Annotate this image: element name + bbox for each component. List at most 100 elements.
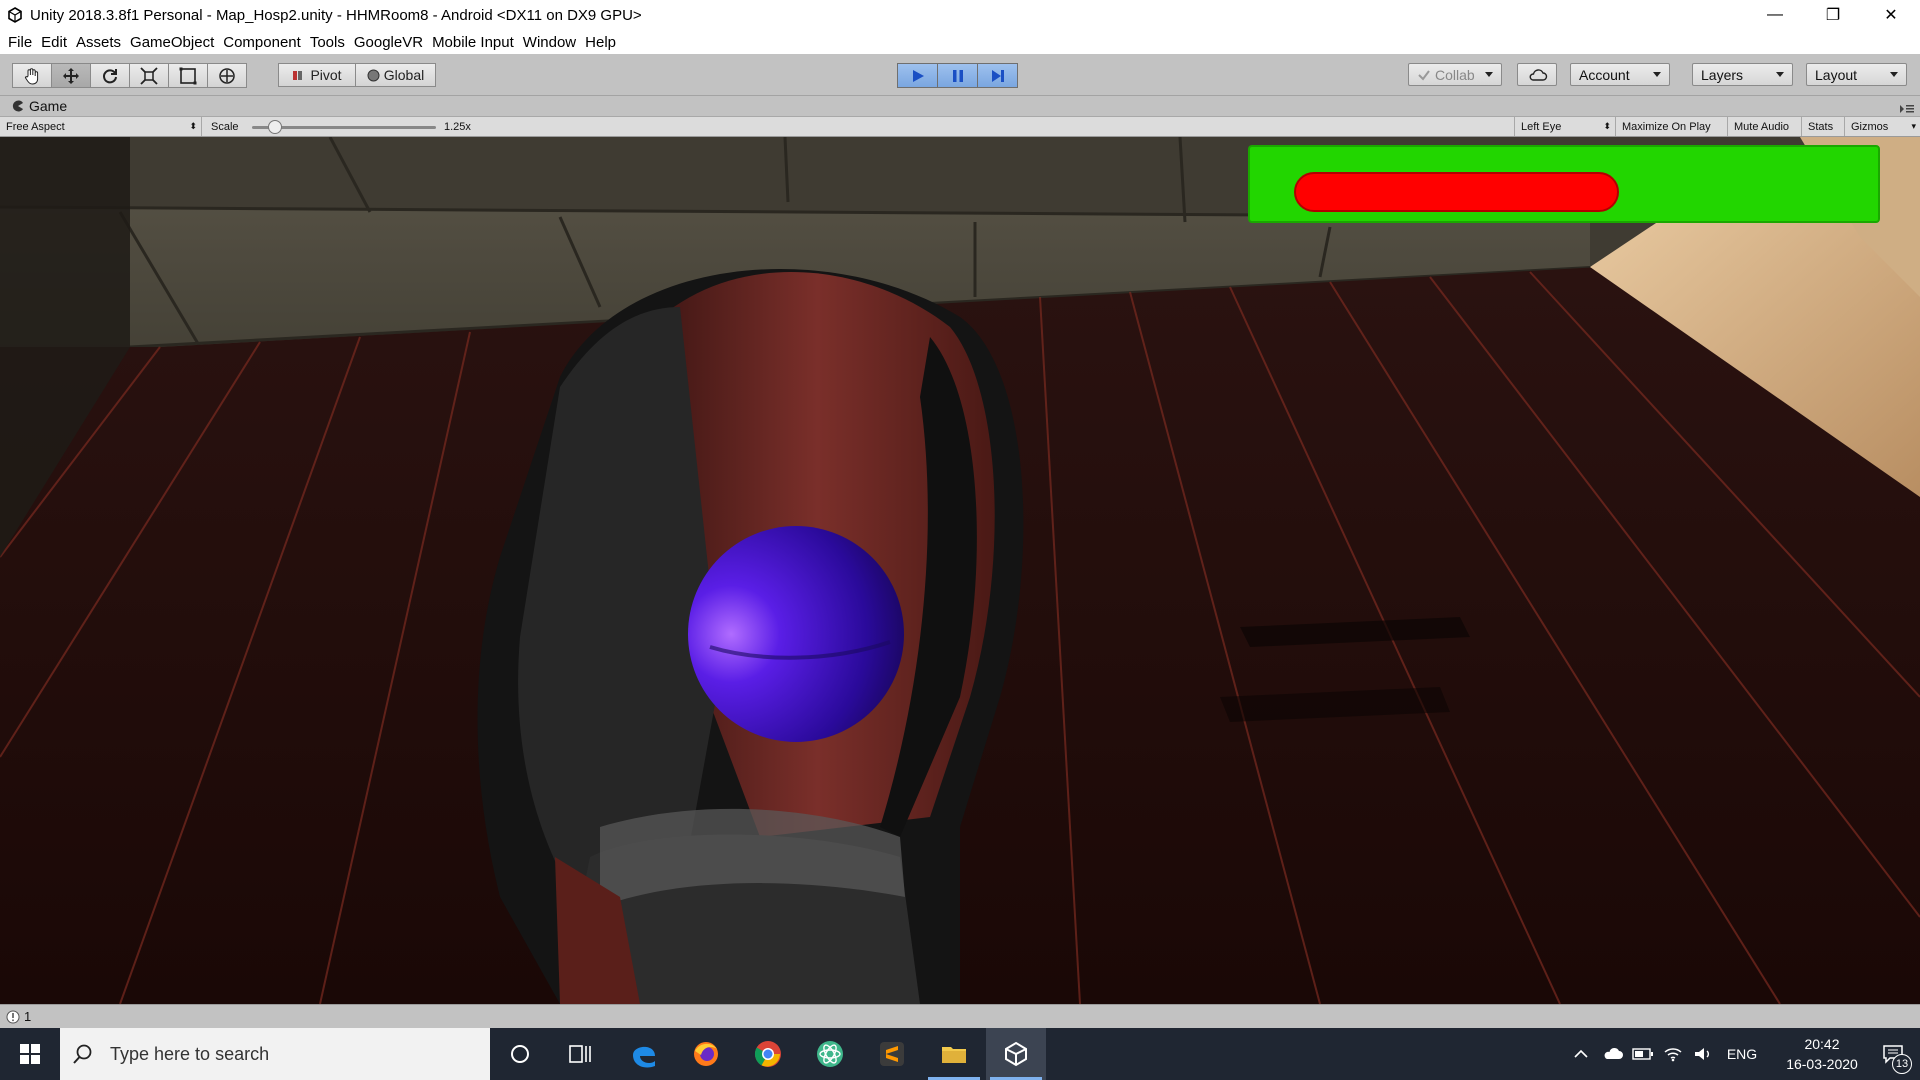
- health-bar-fill: [1294, 172, 1620, 212]
- rect-transform-icon: [179, 67, 197, 84]
- global-toggle-button[interactable]: Global: [355, 63, 436, 87]
- chrome-icon: [754, 1041, 781, 1067]
- updown-arrows-icon: ⬍: [1603, 121, 1611, 131]
- taskbar-chrome[interactable]: [738, 1028, 798, 1080]
- transform-all-icon: [219, 67, 235, 84]
- search-icon: [73, 1044, 92, 1064]
- menu-window[interactable]: Window: [523, 34, 576, 51]
- chevron-down-icon: [1890, 72, 1898, 77]
- globe-icon: [367, 69, 380, 81]
- taskbar-sublime[interactable]: [862, 1028, 922, 1080]
- cloud-button[interactable]: [1517, 63, 1557, 86]
- play-icon: [912, 69, 924, 82]
- collab-dropdown[interactable]: Collab: [1408, 63, 1502, 86]
- stats-toggle[interactable]: Stats: [1802, 117, 1845, 136]
- volume-icon[interactable]: [1688, 1028, 1718, 1080]
- scale-slider-handle[interactable]: [268, 120, 282, 134]
- taskbar-edge[interactable]: [614, 1028, 674, 1080]
- cortana-button[interactable]: [490, 1028, 550, 1080]
- health-bar-track: [1294, 172, 1746, 212]
- transform-tools: [12, 63, 247, 88]
- close-button[interactable]: ✕: [1862, 0, 1920, 30]
- menu-googlevr[interactable]: GoogleVR: [354, 34, 423, 51]
- taskbar-file-explorer[interactable]: [924, 1028, 984, 1080]
- step-button[interactable]: [977, 63, 1018, 88]
- menu-edit[interactable]: Edit: [41, 34, 67, 51]
- move-tool-button[interactable]: [51, 63, 91, 88]
- game-view-toolbar: Free Aspect ⬍ Scale 1.25x Left Eye ⬍ Max…: [0, 116, 1920, 137]
- updown-arrows-icon: ⬍: [189, 121, 197, 131]
- window-title: Unity 2018.3.8f1 Personal - Map_Hosp2.un…: [30, 6, 642, 24]
- rect-tool-button[interactable]: [168, 63, 208, 88]
- global-label: Global: [383, 67, 425, 83]
- menu-gameobject[interactable]: GameObject: [130, 34, 214, 51]
- layout-dropdown[interactable]: Layout: [1806, 63, 1907, 86]
- maximize-label: Maximize On Play: [1622, 120, 1711, 133]
- hand-tool-button[interactable]: [12, 63, 52, 88]
- gizmos-label: Gizmos: [1851, 120, 1889, 133]
- scale-value: 1.25x: [444, 121, 471, 133]
- transform-tool-button[interactable]: [207, 63, 247, 88]
- pivot-icon: [293, 71, 303, 80]
- start-button[interactable]: [0, 1028, 60, 1080]
- rotate-tool-button[interactable]: [90, 63, 130, 88]
- action-center-button[interactable]: 13: [1866, 1028, 1920, 1080]
- menu-assets[interactable]: Assets: [76, 34, 121, 51]
- scale-tool-button[interactable]: [129, 63, 169, 88]
- tray-overflow-icon[interactable]: [1566, 1028, 1596, 1080]
- clock-time: 20:42: [1804, 1036, 1840, 1052]
- taskbar-unity[interactable]: [986, 1028, 1046, 1080]
- task-view-button[interactable]: [550, 1028, 610, 1080]
- battery-icon[interactable]: [1628, 1028, 1658, 1080]
- onedrive-cloud-icon[interactable]: [1598, 1028, 1628, 1080]
- clock-date: 16-03-2020: [1786, 1056, 1858, 1072]
- game-viewport[interactable]: [0, 137, 1920, 1004]
- atom-app-icon: [817, 1041, 843, 1067]
- edge-browser-icon: [633, 1046, 655, 1068]
- restore-button[interactable]: ❐: [1804, 0, 1862, 30]
- pivot-label: Pivot: [310, 67, 342, 83]
- taskbar-firefox[interactable]: [676, 1028, 736, 1080]
- account-label: Account: [1579, 66, 1630, 83]
- taskbar-search-box[interactable]: Type here to search: [60, 1028, 490, 1080]
- taskbar-atom[interactable]: [800, 1028, 860, 1080]
- panel-menu-icon[interactable]: [1900, 100, 1914, 113]
- mute-label: Mute Audio: [1734, 120, 1790, 133]
- sublime-text-icon: [880, 1042, 904, 1066]
- firefox-icon: [694, 1042, 718, 1066]
- aspect-dropdown[interactable]: Free Aspect ⬍: [0, 117, 202, 136]
- tab-game[interactable]: Game: [6, 96, 75, 116]
- maximize-on-play-toggle[interactable]: Maximize On Play: [1616, 117, 1728, 136]
- aspect-label: Free Aspect: [6, 120, 65, 133]
- minimize-button[interactable]: —: [1746, 0, 1804, 30]
- play-button[interactable]: [897, 63, 938, 88]
- step-icon: [991, 69, 1004, 82]
- language-indicator[interactable]: ENG: [1722, 1028, 1762, 1080]
- menu-mobile-input[interactable]: Mobile Input: [432, 34, 514, 51]
- pause-button[interactable]: [937, 63, 978, 88]
- menu-component[interactable]: Component: [223, 34, 301, 51]
- pacman-icon: [12, 100, 23, 112]
- game-scene: [0, 137, 1920, 1004]
- layers-dropdown[interactable]: Layers: [1692, 63, 1793, 86]
- folder-icon: [942, 1047, 966, 1063]
- mute-audio-toggle[interactable]: Mute Audio: [1728, 117, 1802, 136]
- cortana-circle-icon: [511, 1045, 529, 1063]
- task-view-icon: [569, 1045, 591, 1063]
- layout-label: Layout: [1815, 66, 1858, 83]
- menu-tools[interactable]: Tools: [310, 34, 345, 51]
- menu-file[interactable]: File: [8, 34, 32, 51]
- clock[interactable]: 20:42 16-03-2020: [1768, 1028, 1876, 1080]
- chevron-down-icon: [1485, 72, 1493, 77]
- menu-help[interactable]: Help: [585, 34, 616, 51]
- collab-label: Collab: [1435, 66, 1475, 83]
- status-bar: 1: [0, 1004, 1920, 1028]
- menu-bar: File Edit Assets GameObject Component To…: [0, 30, 1920, 54]
- playback-controls: [897, 63, 1018, 88]
- wifi-icon[interactable]: [1658, 1028, 1688, 1080]
- pivot-toggle-button[interactable]: Pivot: [278, 63, 356, 87]
- eye-dropdown[interactable]: Left Eye ⬍: [1514, 117, 1616, 136]
- stats-label: Stats: [1808, 120, 1834, 133]
- account-dropdown[interactable]: Account: [1570, 63, 1670, 86]
- gizmos-dropdown[interactable]: Gizmos ▾: [1845, 117, 1920, 136]
